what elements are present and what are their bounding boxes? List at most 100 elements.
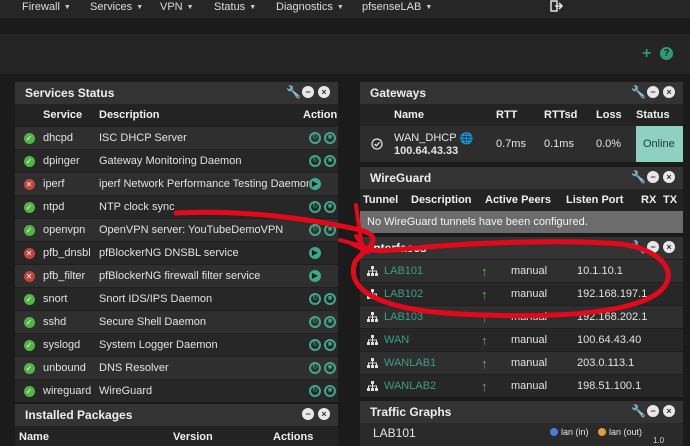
nav-label: Diagnostics — [276, 1, 333, 13]
interface-name-link[interactable]: WAN — [384, 334, 481, 346]
legend-out[interactable]: lan (out) — [598, 427, 642, 437]
stop-icon[interactable]: ■ — [324, 132, 336, 144]
wrench-icon[interactable]: 🔧 — [631, 171, 646, 183]
interface-name-link[interactable]: LAB101 — [384, 265, 481, 277]
restart-icon[interactable]: ↻ — [309, 316, 321, 328]
nav-services[interactable]: Services ▼ — [90, 0, 143, 14]
nav-status[interactable]: Status ▼ — [214, 0, 256, 14]
check-circle-icon: ✓ — [23, 385, 35, 397]
restart-icon[interactable]: ↻ — [309, 201, 321, 213]
panel-tools: 🔧 − × — [631, 86, 675, 98]
interface-ip: 192.168.197.1 — [577, 288, 648, 300]
interface-mode: manual — [511, 288, 548, 300]
interface-ip: 203.0.113.1 — [577, 357, 635, 369]
logout-icon[interactable] — [550, 0, 564, 15]
wireguard-empty-message: No WireGuard tunnels have been configure… — [360, 211, 683, 233]
restart-icon[interactable]: ↻ — [309, 132, 321, 144]
interface-name-link[interactable]: LAB103 — [384, 311, 481, 323]
service-description: System Logger Daemon — [99, 339, 218, 351]
play-icon[interactable]: ▶ — [309, 178, 321, 190]
caret-down-icon: ▼ — [425, 3, 433, 11]
close-icon[interactable]: × — [318, 86, 330, 98]
interface-mode: manual — [511, 357, 548, 369]
service-description: Gateway Monitoring Daemon — [99, 155, 242, 167]
service-name: unbound — [43, 362, 86, 374]
interface-ip: 198.51.100.1 — [577, 380, 642, 392]
table-row: ✓ openvpn OpenVPN server: YouTubeDemoVPN… — [15, 218, 338, 241]
check-circle-icon: ✓ — [23, 132, 35, 144]
arrow-up-icon: ↑ — [481, 309, 488, 325]
column-header: RTT — [496, 109, 518, 121]
gateway-name: WAN_DHCP — [394, 132, 457, 144]
wrench-icon[interactable]: 🔧 — [286, 86, 301, 98]
caret-down-icon: ▼ — [186, 3, 194, 11]
network-icon — [360, 381, 384, 391]
restart-icon[interactable]: ↻ — [309, 155, 321, 167]
close-icon[interactable]: × — [663, 86, 675, 98]
interface-name-link[interactable]: WANLAB1 — [384, 357, 481, 369]
column-header: RX — [641, 194, 657, 206]
panel-heading: Traffic Graphs 🔧 − × — [360, 401, 683, 423]
wrench-icon[interactable]: 🔧 — [631, 86, 646, 98]
restart-icon[interactable]: ↻ — [309, 362, 321, 374]
stop-icon[interactable]: ■ — [324, 316, 336, 328]
close-icon[interactable]: × — [663, 405, 675, 417]
services-status-panel: Services Status 🔧 − × Service Descriptio… — [15, 82, 338, 402]
column-header: Description — [411, 194, 472, 206]
arrow-up-icon: ↑ — [481, 332, 488, 348]
play-icon[interactable]: ▶ — [309, 270, 321, 282]
minimize-icon[interactable]: − — [647, 405, 659, 417]
close-icon[interactable]: × — [663, 171, 675, 183]
interface-name-link[interactable]: WANLAB2 — [384, 380, 481, 392]
wrench-icon[interactable]: 🔧 — [631, 241, 646, 253]
close-icon[interactable]: × — [663, 241, 675, 253]
restart-icon[interactable]: ↻ — [309, 224, 321, 236]
stop-icon[interactable]: ■ — [324, 201, 336, 213]
minimize-icon[interactable]: − — [302, 86, 314, 98]
stop-icon[interactable]: ■ — [324, 385, 336, 397]
stop-icon[interactable]: ■ — [324, 224, 336, 236]
table-row: WAN_DHCP 🌐 100.64.43.33 0.7ms 0.1ms 0.0%… — [360, 126, 683, 162]
minimize-icon[interactable]: − — [647, 171, 659, 183]
legend-in[interactable]: lan (in) — [550, 427, 589, 437]
service-name: ntpd — [43, 201, 65, 213]
close-icon[interactable]: × — [318, 408, 330, 420]
help-icon[interactable]: ? — [660, 47, 673, 60]
nav-diagnostics[interactable]: Diagnostics ▼ — [276, 0, 344, 14]
plus-icon[interactable]: + — [642, 45, 651, 63]
panel-heading: Installed Packages − × — [15, 404, 338, 426]
minimize-icon[interactable]: − — [302, 408, 314, 420]
legend-label: lan (in) — [561, 427, 589, 437]
service-name: pfb_filter — [43, 270, 86, 282]
table-row: WAN ↑ manual 100.64.43.40 — [360, 328, 683, 351]
service-description: pfBlockerNG DNSBL service — [99, 247, 239, 259]
column-header: Service — [43, 109, 83, 121]
column-header: Actions — [273, 431, 314, 443]
nav-vpn[interactable]: VPN ▼ — [160, 0, 194, 14]
nav-firewall[interactable]: Firewall ▼ — [22, 0, 71, 14]
stop-icon[interactable]: ■ — [324, 155, 336, 167]
wireguard-panel: WireGuard 🔧 − × Tunnel Description Activ… — [360, 167, 683, 233]
stop-icon[interactable]: ■ — [324, 362, 336, 374]
interface-name-link[interactable]: LAB102 — [384, 288, 481, 300]
service-name: pfb_dnsbl — [43, 247, 91, 259]
restart-icon[interactable]: ↻ — [309, 293, 321, 305]
caret-down-icon: ▼ — [249, 3, 257, 11]
panel-tools: 🔧 − × — [631, 405, 675, 417]
restart-icon[interactable]: ↻ — [309, 385, 321, 397]
table-row: ✓ sshd Secure Shell Daemon ↻ ■ — [15, 310, 338, 333]
panel-tools: 🔧 − × — [286, 86, 330, 98]
minimize-icon[interactable]: − — [647, 241, 659, 253]
play-icon[interactable]: ▶ — [309, 247, 321, 259]
panel-title: Gateways — [370, 86, 427, 100]
traffic-graphs-panel: Traffic Graphs 🔧 − × LAB101 lan (in) lan… — [360, 401, 683, 446]
restart-icon[interactable]: ↻ — [309, 339, 321, 351]
network-icon — [360, 335, 384, 345]
nav-pfsenselab[interactable]: pfsenseLAB ▼ — [362, 0, 432, 14]
gateway-rttsd: 0.1ms — [544, 138, 574, 150]
column-header: Active Peers — [485, 194, 552, 206]
wrench-icon[interactable]: 🔧 — [631, 405, 646, 417]
stop-icon[interactable]: ■ — [324, 293, 336, 305]
stop-icon[interactable]: ■ — [324, 339, 336, 351]
minimize-icon[interactable]: − — [647, 86, 659, 98]
